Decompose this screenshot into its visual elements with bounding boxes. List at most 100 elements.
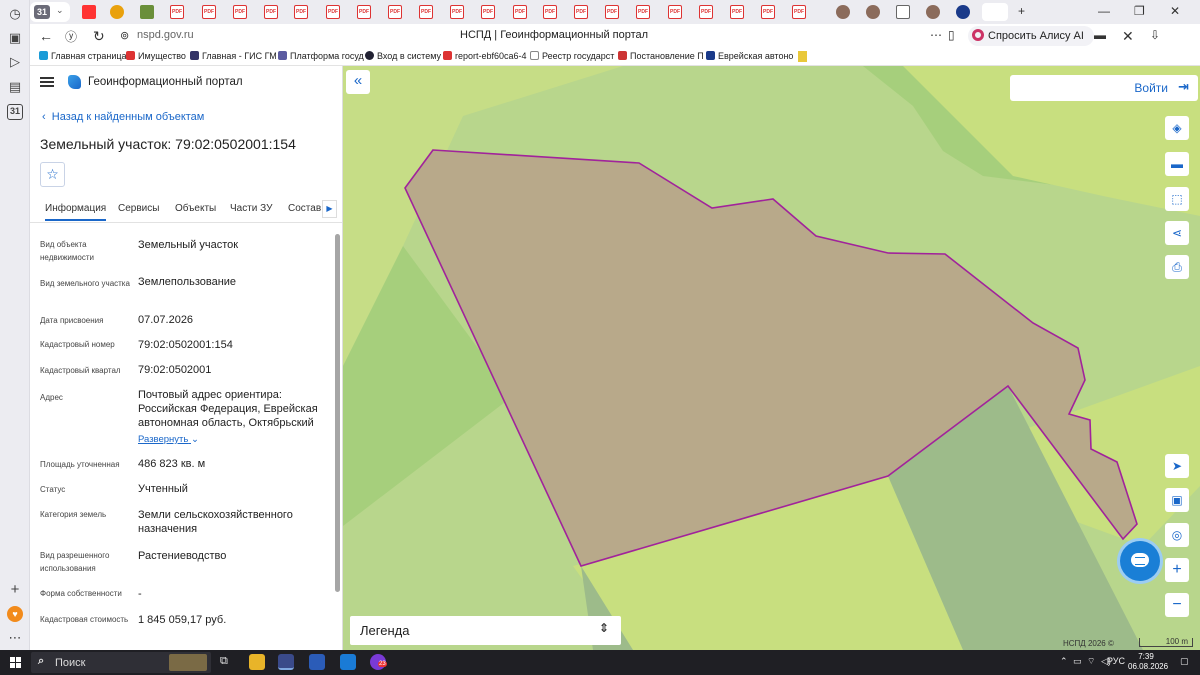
favorite-button[interactable]: ☆ <box>40 162 65 187</box>
minimize-icon[interactable]: — <box>1098 4 1110 18</box>
tab-circle[interactable] <box>956 5 970 19</box>
map-canvas[interactable] <box>343 66 1200 650</box>
wifi-icon[interactable]: ⌔ <box>1087 656 1095 667</box>
tabs-scroll-right-icon[interactable]: ▶ <box>322 200 337 218</box>
alice-button[interactable]: Спросить Алису AI <box>968 26 1094 46</box>
tab-pdf[interactable]: PDF <box>357 5 371 19</box>
yandex-icon[interactable]: ♥ <box>7 606 23 622</box>
yandex-browser-icon[interactable] <box>278 654 294 670</box>
tab-doc[interactable] <box>896 5 910 19</box>
tab-pdf[interactable]: PDF <box>450 5 464 19</box>
maximize-icon[interactable]: ❐ <box>1134 4 1145 18</box>
legend-dropdown[interactable]: Легенда ⇕ <box>350 616 621 645</box>
zoom-out-button[interactable]: − <box>1165 593 1189 617</box>
history-icon[interactable]: ◷ <box>7 6 23 22</box>
bookmark-3[interactable]: Платформа госуд <box>278 51 364 61</box>
play-icon[interactable]: ▷ <box>7 54 23 70</box>
add-icon[interactable]: + <box>7 582 23 598</box>
zoom-in-button[interactable]: + <box>1165 558 1189 582</box>
tab-pdf[interactable]: PDF <box>761 5 775 19</box>
tab-avatar-2[interactable] <box>866 5 880 19</box>
bookmark-7[interactable]: Постановление П <box>618 51 704 61</box>
outlook-icon[interactable] <box>340 654 356 670</box>
tab-services[interactable]: Сервисы <box>118 203 159 214</box>
collections-icon[interactable]: ▣ <box>7 30 23 46</box>
geolocation-button[interactable]: ◎ <box>1165 523 1189 547</box>
calendar-icon[interactable]: 31 <box>7 104 23 120</box>
tab-pdf[interactable]: PDF <box>294 5 308 19</box>
tab-parts[interactable]: Части ЗУ <box>230 203 272 214</box>
login-button[interactable]: Войти ⇥ <box>1010 75 1198 101</box>
bookmark-2[interactable]: Главная - ГИС ГМ <box>190 51 277 61</box>
tab-pdf[interactable]: PDF <box>513 5 527 19</box>
bookmark-5[interactable]: report-ebf60ca6-4 <box>443 51 527 61</box>
tab-objects[interactable]: Объекты <box>175 203 216 214</box>
tab-yandex[interactable] <box>82 5 96 19</box>
tab-pdf[interactable]: PDF <box>388 5 402 19</box>
tray-expand-icon[interactable]: ⌃ <box>1060 656 1068 667</box>
bookmark-4[interactable]: Вход в систему <box>365 51 441 61</box>
language-indicator[interactable]: РУС <box>1107 656 1125 666</box>
back-icon[interactable]: ← <box>39 28 53 44</box>
tab-pdf[interactable]: PDF <box>264 5 278 19</box>
more-options-icon[interactable]: ⋯ <box>930 28 942 42</box>
bookmark-8[interactable]: Еврейская автоно <box>706 51 793 61</box>
bookmark-6[interactable]: Реестр государст <box>530 51 614 61</box>
new-tab-icon[interactable]: + <box>1018 4 1025 18</box>
windows-start-icon[interactable] <box>10 657 21 668</box>
taskbar-search[interactable]: ⌕ Поиск <box>31 652 211 673</box>
tab-pdf[interactable]: PDF <box>326 5 340 19</box>
tab-pdf[interactable]: PDF <box>792 5 806 19</box>
tab-pdf[interactable]: PDF <box>543 5 557 19</box>
map-view[interactable]: « Войти ⇥ ◈ ▬ ⬚ ⋖ ⎙ ➤ ▣ ◎ + − Легенда ⇕ … <box>343 66 1200 650</box>
clock[interactable]: 7:39 06.08.2026 <box>1128 652 1168 672</box>
word-icon[interactable] <box>309 654 325 670</box>
expand-link[interactable]: Развернуть ⌄ <box>138 434 199 445</box>
url-field[interactable]: nspd.gov.ru <box>137 29 194 41</box>
tab-pdf[interactable]: PDF <box>202 5 216 19</box>
downloads-icon[interactable]: ⇩ <box>1150 28 1160 42</box>
select-area-button[interactable]: ⬚ <box>1165 187 1189 211</box>
bookmark-folder-icon[interactable] <box>798 51 807 62</box>
tab-emblem[interactable] <box>110 5 124 19</box>
bookmark-0[interactable]: Главная страница <box>39 51 127 61</box>
menu-icon[interactable] <box>40 77 54 87</box>
tab-composition[interactable]: Состав <box>288 203 321 214</box>
back-link[interactable]: ‹ Назад к найденным объектам <box>42 111 204 123</box>
tab-current[interactable] <box>982 3 1008 21</box>
extensions-icon[interactable]: ✕ <box>1122 28 1134 45</box>
reload-icon[interactable]: ↻ <box>93 28 105 45</box>
messenger-icon[interactable]: ▤ <box>7 79 23 95</box>
locate-button[interactable]: ➤ <box>1165 454 1189 478</box>
tab-info[interactable]: Информация <box>45 203 107 221</box>
collapse-panel-button[interactable]: « <box>346 70 370 94</box>
more-icon[interactable]: ⋯ <box>7 630 23 646</box>
tab-site[interactable] <box>140 5 154 19</box>
print-button[interactable]: ⎙ <box>1165 255 1189 279</box>
bookmark-1[interactable]: Имущество <box>126 51 186 61</box>
notifications-icon[interactable]: ▢ <box>1180 656 1189 667</box>
active-tab[interactable]: 31 ⌄ <box>30 2 70 22</box>
panel-scrollbar[interactable] <box>335 234 340 592</box>
tab-avatar-1[interactable] <box>836 5 850 19</box>
tab-pdf[interactable]: PDF <box>574 5 588 19</box>
tab-pdf[interactable]: PDF <box>668 5 682 19</box>
site-info-icon[interactable]: ⊚ <box>120 29 129 42</box>
minimap-button[interactable]: ▣ <box>1165 488 1189 512</box>
chevron-down-icon[interactable]: ⌄ <box>56 5 64 16</box>
chat-icon[interactable] <box>1120 541 1160 581</box>
tab-pdf[interactable]: PDF <box>170 5 184 19</box>
tab-pdf[interactable]: PDF <box>605 5 619 19</box>
network-icon[interactable]: ▭ <box>1073 656 1082 667</box>
yandex-ring-icon[interactable]: ⓨ <box>65 28 77 45</box>
explorer-icon[interactable] <box>249 654 265 670</box>
tab-pdf[interactable]: PDF <box>636 5 650 19</box>
close-icon[interactable]: ✕ <box>1170 4 1180 18</box>
tab-pdf[interactable]: PDF <box>730 5 744 19</box>
tab-pdf[interactable]: PDF <box>419 5 433 19</box>
share-button[interactable]: ⋖ <box>1165 221 1189 245</box>
tab-pdf[interactable]: PDF <box>699 5 713 19</box>
reader-icon[interactable]: ▬ <box>1094 28 1106 42</box>
bookmark-icon[interactable]: ▯ <box>948 28 955 42</box>
measure-button[interactable]: ▬ <box>1165 152 1189 176</box>
